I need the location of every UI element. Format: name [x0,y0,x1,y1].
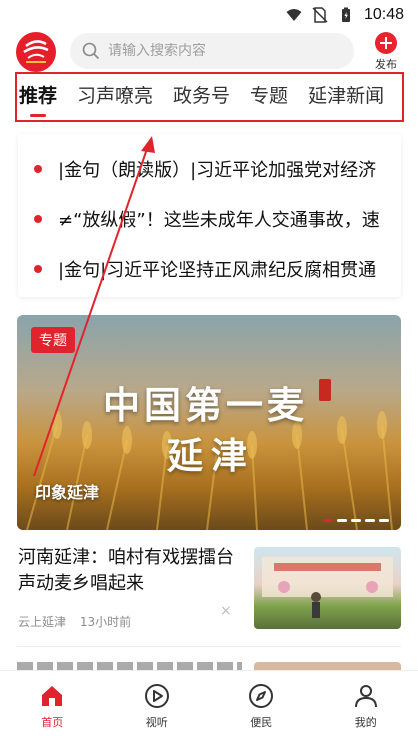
nav-label: 首页 [41,716,64,729]
article-title: 河南延津：咱村有戏摆擂台声动麦乡唱起来 [18,547,234,594]
headline-card: |金句（朗读版）|习近平论加强党对经济 ≠“放纵假”！这些未成年人交通事故，速 … [18,134,401,297]
home-icon [42,686,63,706]
active-tab-indicator [30,114,46,117]
tab-label: 专题 [250,85,289,107]
tab-label: 延津新闻 [308,85,385,107]
bullet-dot-icon [34,165,42,173]
topic-tag: 专题 [31,327,75,353]
compass-icon [249,684,274,708]
search-icon [82,42,100,60]
carousel-dot [351,519,361,522]
tab-label: 习声嘹亮 [77,85,154,107]
status-bar: 10:48 [0,0,418,30]
carousel-dot [365,519,375,522]
battery-icon [341,7,350,22]
next-item-thumb-peek [254,662,401,670]
nav-label: 视听 [145,716,168,729]
news-list-item[interactable]: 河南延津：咱村有戏摆擂台声动麦乡唱起来 云上延津 13小时前 × [17,545,401,637]
publish-button[interactable]: 发布 [368,30,404,72]
tab-label: 推荐 [19,85,58,107]
stage-photo-image [262,557,393,618]
banner-title-line2: 延津 [167,435,256,477]
headline-item[interactable]: ≠“放纵假”！这些未成年人交通事故，速 [18,194,401,244]
topic-banner[interactable]: 专题 中国第一麦 延津 印象延津 [17,315,401,530]
tab-xisheng[interactable]: 习声嘹亮 [77,74,153,120]
plus-icon [375,32,397,54]
user-icon [354,685,377,708]
logo-mark-icon [23,40,49,63]
clock: 10:48 [363,6,404,23]
headline-item[interactable]: |金句|习近平论坚持正风肃纪反腐相贯通 [18,244,401,294]
nav-services[interactable]: 便民 [209,671,314,743]
bullet-dot-icon [34,215,42,223]
app-logo[interactable] [16,32,56,72]
nav-media[interactable]: 视听 [105,671,210,743]
tab-topics[interactable]: 专题 [250,74,288,120]
headline-text: ≠“放纵假”！这些未成年人交通事故，速 [58,210,380,231]
bullet-dot-icon [34,265,42,273]
carousel-dot [323,519,333,522]
headline-text: |金句|习近平论坚持正风肃纪反腐相贯通 [58,260,377,281]
play-icon [144,684,169,708]
list-divider [17,646,401,647]
nav-label: 便民 [250,716,273,729]
carousel-dot [337,519,347,522]
carousel-dot [379,519,389,522]
headline-item[interactable]: |金句（朗读版）|习近平论加强党对经济 [18,144,401,194]
next-item-peek [17,662,401,670]
seal-stamp-icon [319,379,331,401]
channel-tabs: 推荐 习声嘹亮 政务号 专题 延津新闻 [15,72,404,122]
tab-government[interactable]: 政务号 [173,74,230,120]
tab-label: 政务号 [173,85,231,107]
carousel-indicator [323,519,389,522]
search-input[interactable] [108,43,328,59]
article-source: 云上延津 [18,615,67,629]
tab-recommend[interactable]: 推荐 [19,74,57,120]
banner-title-line1: 中国第一麦 [103,383,308,427]
article-meta: 云上延津 13小时前 [18,613,141,630]
article-thumbnail [254,547,401,629]
search-bar[interactable] [70,33,354,69]
no-sim-icon [312,7,328,23]
tab-local-news[interactable]: 延津新闻 [308,74,384,120]
banner-caption: 印象延津 [35,483,100,502]
nav-profile[interactable]: 我的 [314,671,418,743]
app-header: 发布 [0,30,418,72]
wifi-icon [286,9,302,21]
headline-text: |金句（朗读版）|习近平论加强党对经济 [58,160,377,181]
publish-label: 发布 [375,58,397,71]
next-item-title-peek [17,662,242,670]
nav-label: 我的 [354,716,377,729]
article-time: 13小时前 [79,615,132,629]
nav-home[interactable]: 首页 [0,671,105,743]
dismiss-button[interactable]: × [220,603,232,619]
bottom-nav: 首页 视听 便民 我的 [0,670,418,743]
